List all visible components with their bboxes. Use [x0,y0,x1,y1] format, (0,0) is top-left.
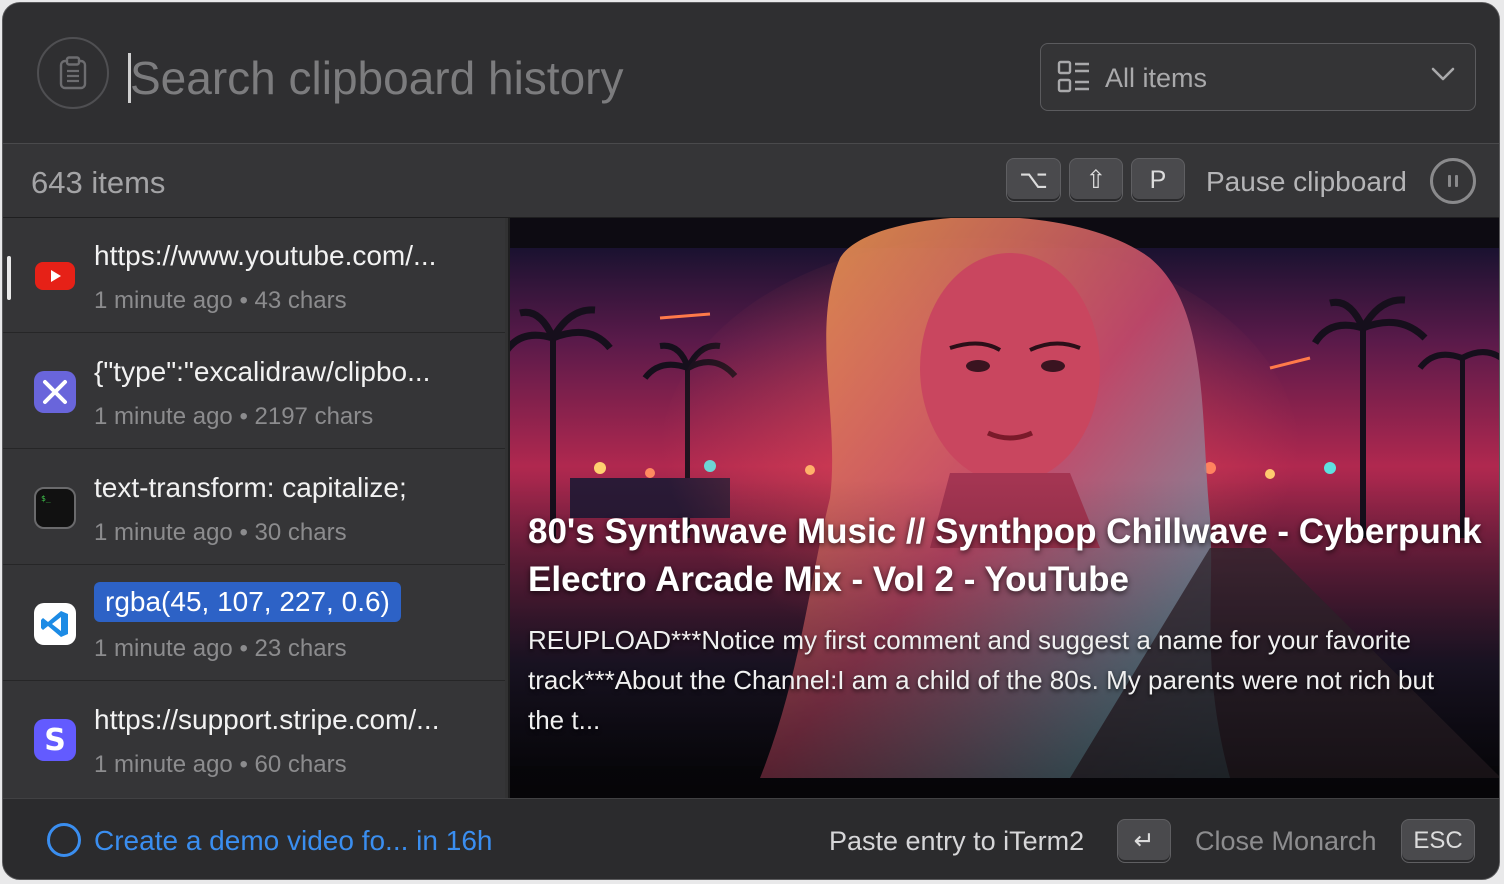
status-bar: 643 items ⌥ ⇧ P Pause clipboard [3,144,1499,218]
item-title: text-transform: capitalize; [94,472,407,503]
youtube-icon [34,255,76,297]
p-key: P [1131,158,1185,202]
reminder-link[interactable]: Create a demo video fo... in 16h [94,825,492,857]
stripe-icon: S [34,719,76,761]
esc-key[interactable]: ESC [1401,819,1475,863]
search-header: All items [3,3,1499,144]
item-meta: 1 minute ago • 2197 chars [94,403,374,430]
item-meta: 1 minute ago • 60 chars [94,751,347,778]
clipboard-list: https://www.youtube.com/... 1 minute ago… [3,218,505,798]
preview-description: REUPLOAD***Notice my first comment and s… [528,625,1435,735]
search-input[interactable] [130,43,1010,113]
filter-label: All items [1105,63,1208,93]
shift-key: ⇧ [1069,158,1123,202]
preview-title: 80's Synthwave Music // Synthpop Chillwa… [528,512,1482,599]
pause-clipboard-label[interactable]: Pause clipboard [1206,166,1407,198]
clipboard-icon [37,37,109,109]
paste-entry-label[interactable]: Paste entry to iTerm2 [829,826,1084,857]
svg-text:$_: $_ [41,494,51,503]
list-item[interactable]: rgba(45, 107, 227, 0.6) 1 minute ago • 2… [3,566,505,681]
return-key[interactable]: ↵ [1117,819,1171,863]
list-item[interactable]: $_ text-transform: capitalize; 1 minute … [3,450,505,565]
item-meta: 1 minute ago • 23 chars [94,635,347,662]
item-title: {"type":"excalidraw/clipbo... [94,356,431,387]
chevron-down-icon [1431,66,1455,87]
item-title: https://support.stripe.com/... [94,704,440,735]
list-filter-icon [1057,60,1091,99]
item-count: 643 items [31,165,166,200]
item-title: https://www.youtube.com/... [94,240,437,271]
selection-indicator [7,256,11,300]
preview-pane: 80's Synthwave Music // Synthpop Chillwa… [508,218,1499,798]
footer: Create a demo video fo... in 16h Paste e… [3,798,1499,879]
item-meta: 1 minute ago • 43 chars [94,287,347,314]
pause-icon [1448,175,1458,187]
item-meta: 1 minute ago • 30 chars [94,519,347,546]
filter-dropdown[interactable]: All items [1040,43,1476,111]
reminder-circle-icon [47,823,81,857]
pause-button[interactable] [1430,158,1476,204]
list-item[interactable]: {"type":"excalidraw/clipbo... 1 minute a… [3,334,505,449]
list-item[interactable]: S https://support.stripe.com/... 1 minut… [3,682,505,797]
list-item[interactable]: https://www.youtube.com/... 1 minute ago… [3,218,505,333]
vscode-icon [34,603,76,645]
clipboard-window: All items 643 items ⌥ ⇧ P Pause clipboar… [2,2,1500,880]
option-key: ⌥ [1006,158,1061,202]
close-monarch-label[interactable]: Close Monarch [1195,826,1377,857]
excalidraw-icon [34,371,76,413]
color-swatch-title: rgba(45, 107, 227, 0.6) [94,582,401,622]
terminal-icon: $_ [34,487,76,529]
